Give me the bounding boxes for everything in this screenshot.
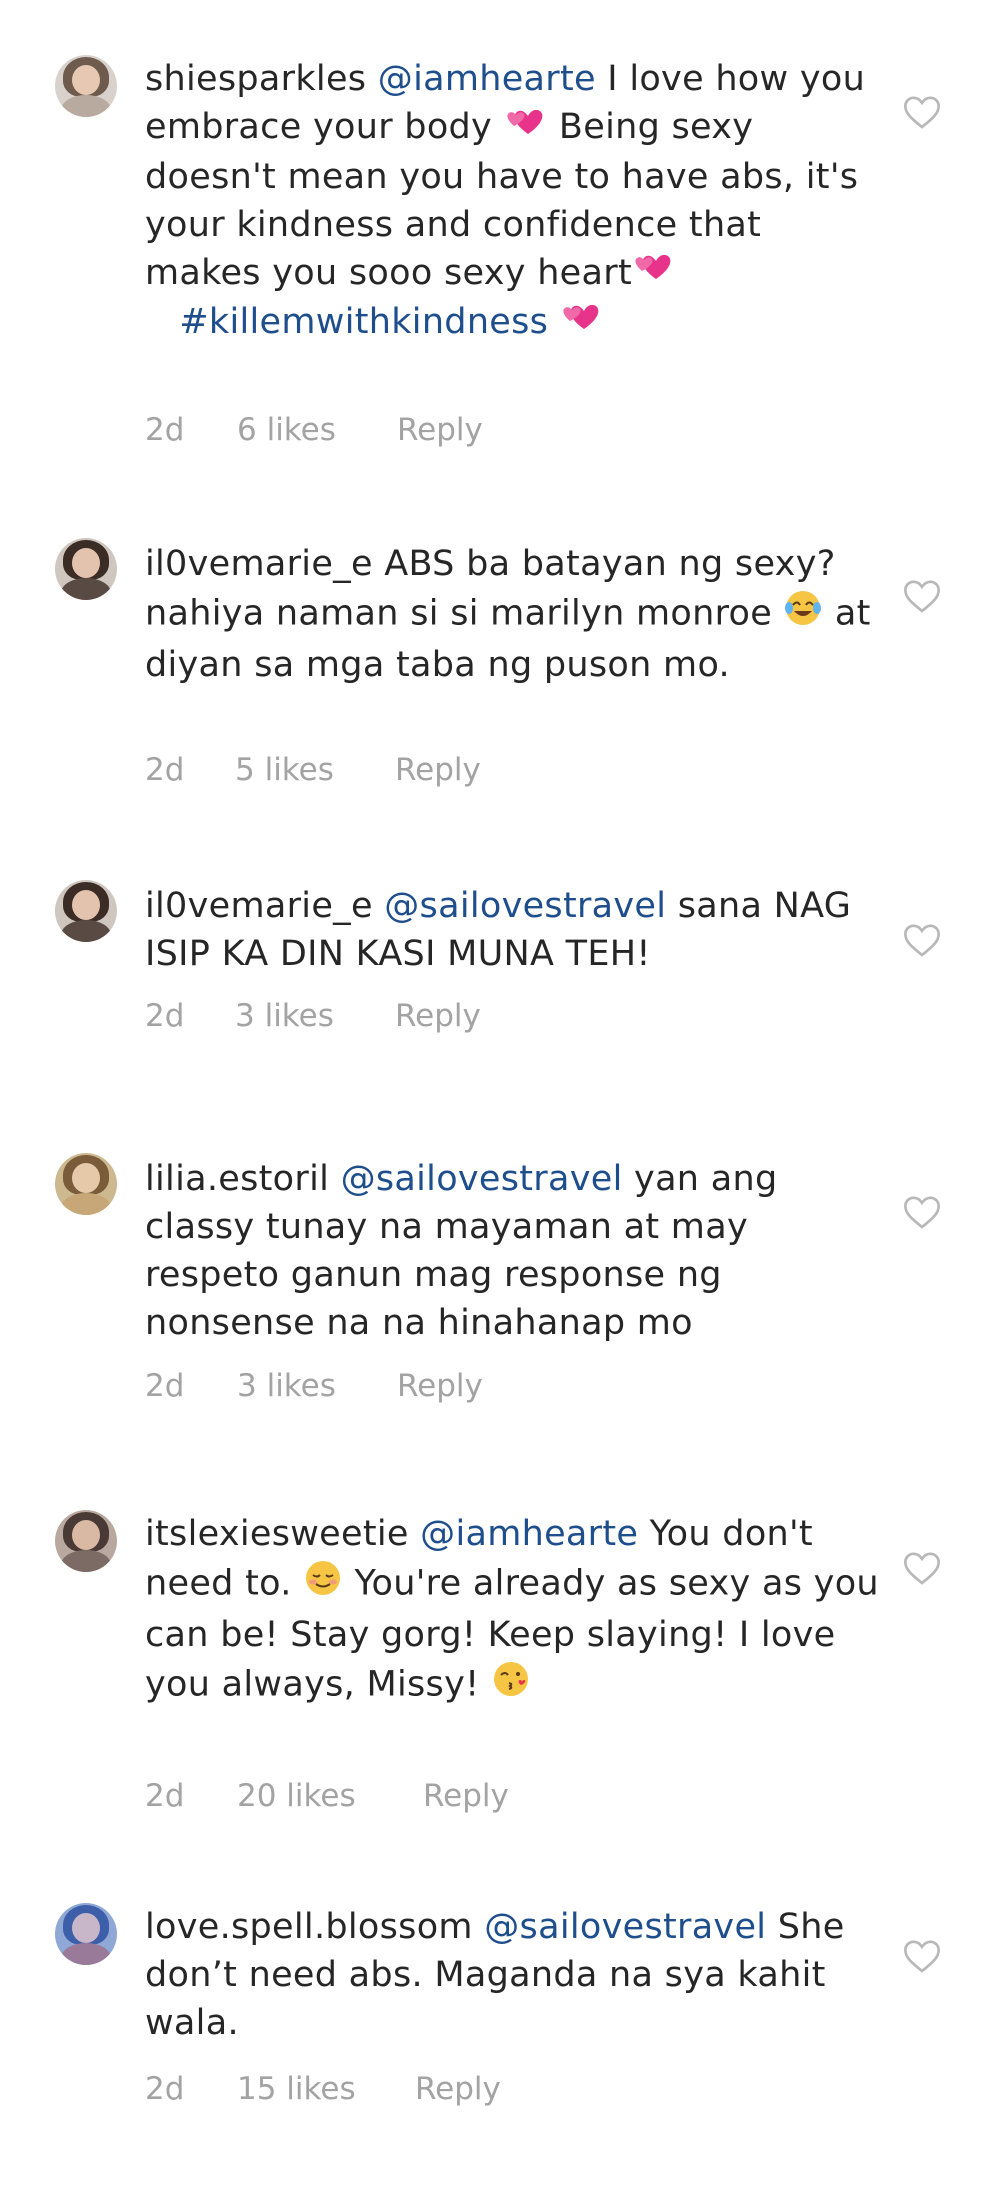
comment-mention[interactable]: @sailovestravel — [384, 886, 666, 926]
reply-button[interactable]: Reply — [423, 1778, 509, 1814]
heart-icon[interactable] — [902, 920, 942, 960]
comment-mention[interactable]: @sailovestravel — [484, 1907, 766, 1947]
heart-icon[interactable] — [902, 92, 942, 132]
comment-likes[interactable]: 15 likes — [237, 2071, 415, 2107]
comment-time: 2d — [145, 998, 185, 1034]
comment-time: 2d — [145, 1368, 185, 1404]
comment-username[interactable]: shiesparkles — [145, 59, 366, 99]
comment-text: il0vemarie_e ABS ba batayan ng sexy? nah… — [145, 540, 885, 689]
comment-text: lilia.estoril @sailovestravel yan ang cl… — [145, 1155, 885, 1347]
comment-meta: 2d 3 likes Reply — [145, 1368, 483, 1404]
avatar[interactable] — [55, 1903, 117, 1965]
comment-likes[interactable]: 3 likes — [235, 998, 395, 1034]
heart-icon[interactable] — [902, 1192, 942, 1232]
avatar[interactable] — [55, 538, 117, 600]
relieved-smile-icon — [303, 1558, 343, 1611]
reply-button[interactable]: Reply — [395, 998, 481, 1034]
tears-of-joy-icon — [783, 588, 823, 641]
comment-mention[interactable]: @sailovestravel — [341, 1159, 623, 1199]
comment-text: il0vemarie_e @sailovestravel sana NAG IS… — [145, 882, 885, 978]
comment-mention[interactable]: @iamhearte — [420, 1514, 638, 1554]
comment-mention[interactable]: @iamhearte — [378, 59, 596, 99]
two-hearts-icon — [504, 104, 548, 153]
comment-username[interactable]: itslexiesweetie — [145, 1514, 409, 1554]
comment-time: 2d — [145, 2071, 185, 2107]
reply-button[interactable]: Reply — [395, 752, 481, 788]
comment-meta: 2d 5 likes Reply — [145, 752, 481, 788]
avatar[interactable] — [55, 880, 117, 942]
comment-text: love.spell.blossom @sailovestravel She d… — [145, 1903, 885, 2047]
avatar[interactable] — [55, 55, 117, 117]
two-hearts-icon — [632, 249, 676, 298]
comment-username[interactable]: il0vemarie_e — [145, 544, 373, 584]
comment-time: 2d — [145, 1778, 185, 1814]
comment-text: itslexiesweetie @iamhearte You don't nee… — [145, 1510, 885, 1712]
comment-likes[interactable]: 20 likes — [237, 1778, 423, 1814]
face-blowing-kiss-icon — [491, 1659, 531, 1712]
comment-username[interactable]: lilia.estoril — [145, 1159, 329, 1199]
comment-meta: 2d 6 likes Reply — [145, 412, 483, 448]
heart-icon[interactable] — [902, 576, 942, 616]
comment-username[interactable]: love.spell.blossom — [145, 1907, 473, 1947]
comment-meta: 2d 3 likes Reply — [145, 998, 481, 1034]
comment-hashtag[interactable]: #killemwithkindness — [179, 302, 548, 342]
comment-username[interactable]: il0vemarie_e — [145, 886, 373, 926]
comment-likes[interactable]: 3 likes — [237, 1368, 397, 1404]
reply-button[interactable]: Reply — [397, 412, 483, 448]
avatar[interactable] — [55, 1153, 117, 1215]
comment-meta: 2d 15 likes Reply — [145, 2071, 501, 2107]
reply-button[interactable]: Reply — [397, 1368, 483, 1404]
comment-time: 2d — [145, 752, 185, 788]
two-hearts-icon — [560, 299, 604, 348]
heart-icon[interactable] — [902, 1936, 942, 1976]
comment-meta: 2d 20 likes Reply — [145, 1778, 509, 1814]
avatar[interactable] — [55, 1510, 117, 1572]
heart-icon[interactable] — [902, 1548, 942, 1588]
comment-time: 2d — [145, 412, 185, 448]
reply-button[interactable]: Reply — [415, 2071, 501, 2107]
comment-likes[interactable]: 5 likes — [235, 752, 395, 788]
comment-likes[interactable]: 6 likes — [237, 412, 397, 448]
comment-text: shiesparkles @iamhearte I love how you e… — [145, 55, 885, 348]
